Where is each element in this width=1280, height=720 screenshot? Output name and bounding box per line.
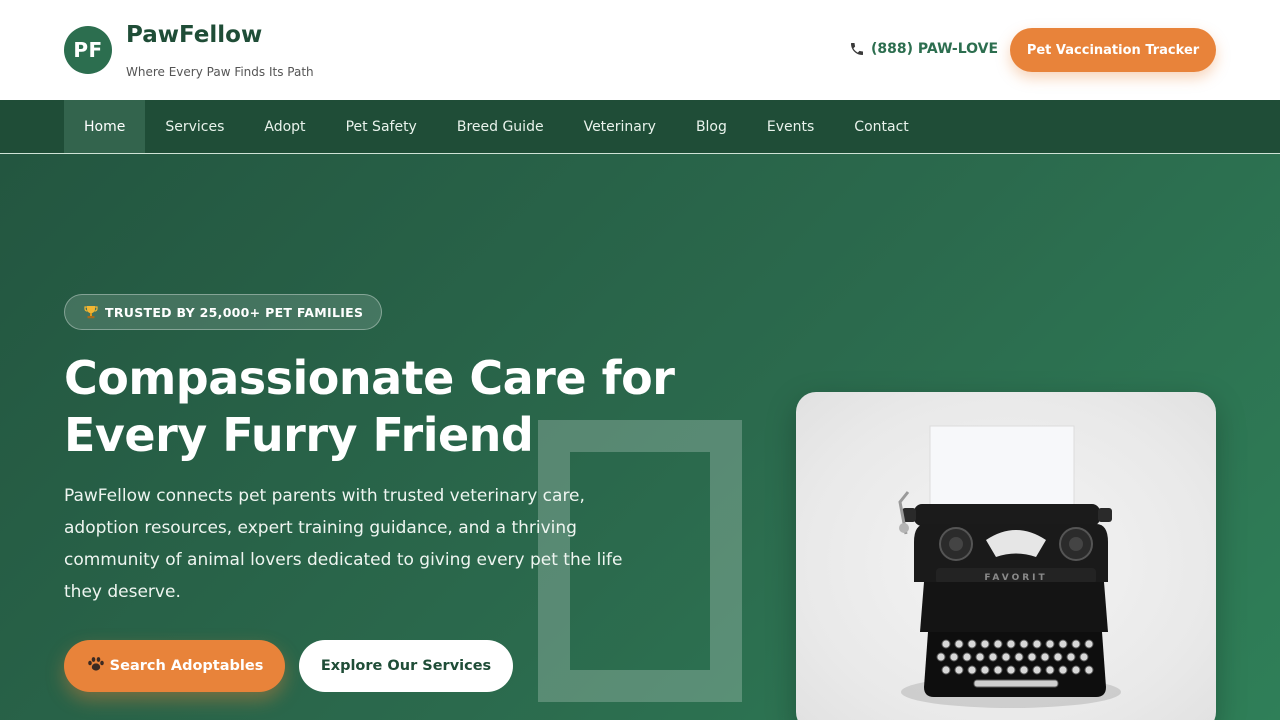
hero-description: PawFellow connects pet parents with trus…: [64, 486, 623, 602]
nav-item-pet-safety[interactable]: Pet Safety: [326, 100, 437, 153]
hero-title-line-2: Every Furry Friend: [64, 408, 534, 462]
trust-badge: TRUSTED BY 25,000+ PET FAMILIES: [64, 294, 383, 330]
brand-name[interactable]: PawFellow: [126, 22, 262, 48]
hero-title: Compassionate Care for Every Furry Frien…: [64, 350, 704, 464]
nav-item-contact[interactable]: Contact: [834, 100, 928, 153]
explore-services-button[interactable]: Explore Our Services: [299, 640, 513, 692]
trust-badge-text: TRUSTED BY 25,000+ PET FAMILIES: [105, 304, 364, 320]
nav-item-adopt[interactable]: Adopt: [244, 100, 325, 153]
svg-text:FAVORIT: FAVORIT: [984, 573, 1047, 583]
main-nav: Home Services Adopt Pet Safety Breed Gui…: [0, 100, 1280, 154]
nav-item-veterinary[interactable]: Veterinary: [564, 100, 676, 153]
nav-list: Home Services Adopt Pet Safety Breed Gui…: [64, 100, 929, 153]
typewriter-illustration: FAVORIT: [898, 425, 1121, 708]
hero-image: FAVORIT: [796, 392, 1216, 720]
search-adoptables-label: Search Adoptables: [109, 658, 264, 674]
nav-item-blog[interactable]: Blog: [676, 100, 747, 153]
hero-title-line-1: Compassionate Care for: [64, 351, 675, 405]
logo-badge[interactable]: PF: [64, 26, 112, 74]
brand-tagline: Where Every Paw Finds Its Path: [126, 65, 314, 79]
paw-icon: [86, 655, 106, 677]
nav-item-breed-guide[interactable]: Breed Guide: [437, 100, 564, 153]
nav-item-services[interactable]: Services: [145, 100, 244, 153]
phone-link[interactable]: (888) PAW-LOVE: [848, 40, 998, 58]
vaccination-tracker-button[interactable]: Pet Vaccination Tracker: [1010, 28, 1216, 72]
hero-section: TRUSTED BY 25,000+ PET FAMILIES Compassi…: [0, 154, 1280, 720]
phone-icon: [848, 40, 866, 58]
search-adoptables-button[interactable]: Search Adoptables: [64, 640, 285, 692]
trophy-icon: [83, 304, 99, 320]
nav-item-events[interactable]: Events: [747, 100, 834, 153]
phone-number: (888) PAW-LOVE: [871, 41, 999, 57]
nav-item-home[interactable]: Home: [64, 100, 146, 153]
site-header: PF PawFellow Where Every Paw Finds Its P…: [0, 0, 1280, 100]
